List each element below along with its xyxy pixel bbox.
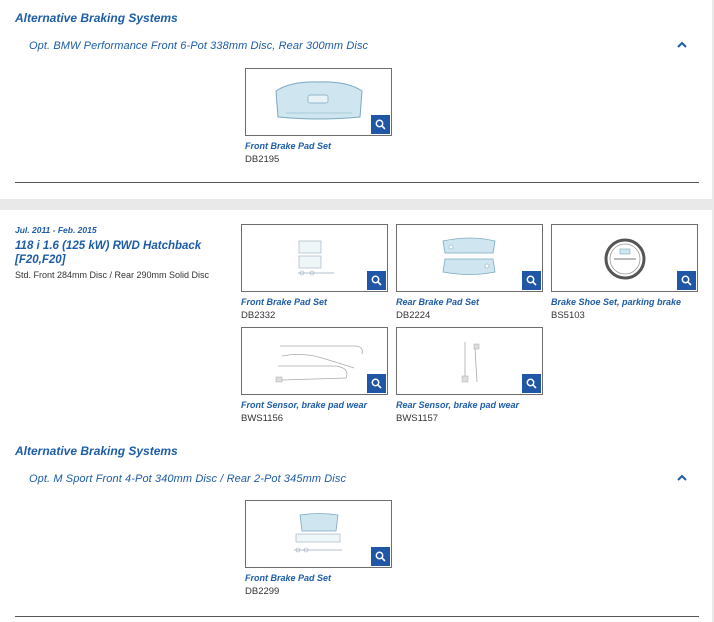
zoom-button[interactable] xyxy=(371,547,390,566)
product-code: BS5103 xyxy=(551,310,585,321)
magnifier-icon xyxy=(375,119,386,130)
product-card[interactable]: Rear Brake Pad Set DB2224 xyxy=(396,224,543,321)
zoom-button[interactable] xyxy=(522,374,541,393)
vehicle-date-range: Jul. 2011 - Feb. 2015 xyxy=(15,225,97,235)
zoom-button[interactable] xyxy=(367,374,386,393)
option-toggle-label[interactable]: Opt. BMW Performance Front 6-Pot 338mm D… xyxy=(29,40,368,52)
product-card[interactable]: Front Brake Pad Set DB2332 xyxy=(241,224,388,321)
product-code: DB2195 xyxy=(245,154,280,165)
product-image[interactable] xyxy=(241,327,388,395)
magnifier-icon xyxy=(681,275,692,286)
product-image[interactable] xyxy=(396,224,543,292)
product-caption[interactable]: Rear Sensor, brake pad wear xyxy=(396,400,543,410)
product-card[interactable]: Front Brake Pad Set DB2195 xyxy=(245,68,392,165)
product-code: BWS1156 xyxy=(241,413,284,424)
product-caption[interactable]: Front Brake Pad Set xyxy=(241,297,388,307)
vehicle-description: Std. Front 284mm Disc / Rear 290mm Solid… xyxy=(15,270,210,280)
product-caption[interactable]: Brake Shoe Set, parking brake xyxy=(551,297,698,307)
product-caption[interactable]: Front Sensor, brake pad wear xyxy=(241,400,388,410)
product-caption[interactable]: Rear Brake Pad Set xyxy=(396,297,543,307)
product-code: DB2299 xyxy=(245,586,280,597)
zoom-button[interactable] xyxy=(367,271,386,290)
product-code: DB2224 xyxy=(396,310,431,321)
magnifier-icon xyxy=(526,378,537,389)
section-title: Alternative Braking Systems xyxy=(15,11,178,25)
divider xyxy=(15,616,699,617)
option-toggle-label[interactable]: Opt. M Sport Front 4-Pot 340mm Disc / Re… xyxy=(29,473,346,485)
product-image[interactable] xyxy=(245,68,392,136)
divider xyxy=(15,182,699,183)
chevron-up-icon[interactable] xyxy=(676,40,688,50)
product-card[interactable]: Front Sensor, brake pad wear BWS1156 xyxy=(241,327,388,424)
alt-braking-panel-1: Alternative Braking Systems Opt. BMW Per… xyxy=(0,0,712,199)
zoom-button[interactable] xyxy=(677,271,696,290)
magnifier-icon xyxy=(375,551,386,562)
magnifier-icon xyxy=(526,275,537,286)
magnifier-icon xyxy=(371,275,382,286)
vehicle-panel: Jul. 2011 - Feb. 2015 118 i 1.6 (125 kW)… xyxy=(0,210,712,622)
product-code: DB2332 xyxy=(241,310,276,321)
product-card[interactable]: Brake Shoe Set, parking brake BS5103 xyxy=(551,224,698,321)
product-image[interactable] xyxy=(551,224,698,292)
product-caption[interactable]: Front Brake Pad Set xyxy=(245,573,392,583)
product-image[interactable] xyxy=(241,224,388,292)
product-caption[interactable]: Front Brake Pad Set xyxy=(245,141,392,151)
zoom-button[interactable] xyxy=(522,271,541,290)
section-title: Alternative Braking Systems xyxy=(15,444,178,458)
product-image[interactable] xyxy=(396,327,543,395)
product-code: BWS1157 xyxy=(396,413,439,424)
product-card[interactable]: Front Brake Pad Set DB2299 xyxy=(245,500,392,597)
chevron-up-icon[interactable] xyxy=(676,473,688,483)
zoom-button[interactable] xyxy=(371,115,390,134)
product-card[interactable]: Rear Sensor, brake pad wear BWS1157 xyxy=(396,327,543,424)
magnifier-icon xyxy=(371,378,382,389)
vehicle-title: 118 i 1.6 (125 kW) RWD Hatchback [F20,F2… xyxy=(15,240,202,266)
product-image[interactable] xyxy=(245,500,392,568)
